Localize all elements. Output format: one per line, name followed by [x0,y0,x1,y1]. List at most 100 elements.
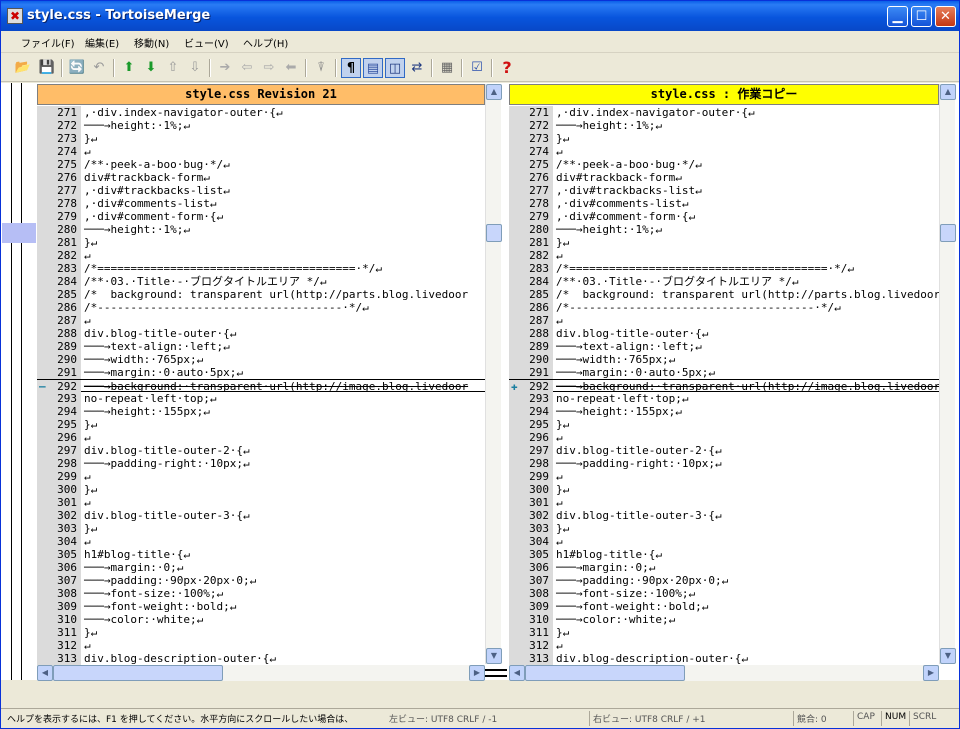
code-line[interactable]: 280 ───→height:·1%;↵ [509,223,939,236]
code-line[interactable]: 301 ↵ [37,496,485,509]
code-line[interactable]: 291 ───→margin:·0·auto·5px;↵ [37,366,485,379]
code-line[interactable]: 289 ───→text-align:·left;↵ [509,340,939,353]
code-line[interactable]: 308 ───→font-size:·100%;↵ [509,587,939,600]
changed-line[interactable]: 292 ───→background:·transparent·url(http:… [37,379,485,393]
code-line[interactable]: 285/* background: transparent url(http:/… [509,288,939,301]
reload-icon[interactable]: 🔄 [67,58,87,78]
left-code-view[interactable]: 271 ,·div.index-navigator-outer·{↵ 272 ───→… [37,106,485,666]
code-line[interactable]: 272 ───→height:·1%;↵ [509,119,939,132]
use-mine-icon[interactable]: ⇦ [237,58,257,78]
code-line[interactable]: 279 ,·div#comment-form·{↵ [509,210,939,223]
code-line[interactable]: 297 div.blog-title-outer-2·{↵ [37,444,485,457]
code-line[interactable]: 304 ↵ [509,535,939,548]
code-line[interactable]: 274 ↵ [37,145,485,158]
scroll-left-icon[interactable]: ◀ [509,665,525,681]
scroll-thumb[interactable] [940,224,956,242]
code-line[interactable]: 303}↵ [37,522,485,535]
code-line[interactable]: 281}↵ [509,236,939,249]
link-scroll-icon[interactable] [485,669,507,677]
code-line[interactable]: 277 ,·div#trackbacks-list↵ [509,184,939,197]
code-line[interactable]: 302 div.blog-title-outer-3·{↵ [509,509,939,522]
code-line[interactable]: 283/*===================================… [509,262,939,275]
code-line[interactable]: 301 ↵ [509,496,939,509]
code-line[interactable]: 311}↵ [509,626,939,639]
two-pane-icon[interactable]: ◫ [385,58,405,78]
code-line[interactable]: 300}↵ [509,483,939,496]
code-line[interactable]: 307 ───→padding:·90px·20px·0;↵ [509,574,939,587]
code-line[interactable]: 303}↵ [509,522,939,535]
left-pane[interactable]: style.css Revision 21 271 ,·div.index-nav… [37,83,503,681]
scroll-right-icon[interactable]: ▶ [923,665,939,681]
code-line[interactable]: 273}↵ [509,132,939,145]
code-line[interactable]: 296 ↵ [37,431,485,444]
code-line[interactable]: 305 h1#blog-title·{↵ [509,548,939,561]
code-line[interactable]: 282 ↵ [37,249,485,262]
code-line[interactable]: 311}↵ [37,626,485,639]
code-line[interactable]: 306 ───→margin:·0;↵ [509,561,939,574]
use-theirs-icon[interactable]: ➔ [215,58,235,78]
code-line[interactable]: 300}↵ [37,483,485,496]
scroll-thumb[interactable] [525,665,685,681]
code-line[interactable]: 297 div.blog-title-outer-2·{↵ [509,444,939,457]
code-line[interactable]: 271 ,·div.index-navigator-outer·{↵ [509,106,939,119]
code-line[interactable]: 312 ↵ [37,639,485,652]
switch-icon[interactable]: ⇄ [407,58,427,78]
code-line[interactable]: 285/* background: transparent url(http:/… [37,288,485,301]
menu-view[interactable]: ビュー(V) [184,35,229,50]
code-line[interactable]: 275/**·peek-a-boo·bug·*/↵ [37,158,485,171]
pane-splitter[interactable] [485,83,509,680]
code-line[interactable]: 296 ↵ [509,431,939,444]
title-bar[interactable]: ✖ style.css - TortoiseMerge ▁ ☐ ✕ [1,1,959,31]
code-line[interactable]: 274 ↵ [509,145,939,158]
code-line[interactable]: 290 ───→width:·765px;↵ [37,353,485,366]
code-line[interactable]: 290 ───→width:·765px;↵ [509,353,939,366]
code-line[interactable]: 305 h1#blog-title·{↵ [37,548,485,561]
code-line[interactable]: 291 ───→margin:·0·auto·5px;↵ [509,366,939,379]
code-line[interactable]: 279 ,·div#comment-form·{↵ [37,210,485,223]
whitespace-icon[interactable]: ¶ [341,58,361,78]
minimize-button[interactable]: ▁ [887,6,908,27]
code-line[interactable]: 295}↵ [509,418,939,431]
menu-file[interactable]: ファイル(F) [21,35,75,50]
code-line[interactable]: 282 ↵ [509,249,939,262]
menu-edit[interactable]: 編集(E) [85,35,119,50]
code-line[interactable]: 275/**·peek-a-boo·bug·*/↵ [509,158,939,171]
code-line[interactable]: 283/*===================================… [37,262,485,275]
code-line[interactable]: 299 ↵ [509,470,939,483]
save-icon[interactable]: 💾 [37,58,57,78]
scroll-left-icon[interactable]: ◀ [37,665,53,681]
code-line[interactable]: 313 div.blog-description-outer·{↵ [509,652,939,665]
mark-resolved-icon[interactable]: ⍒ [311,58,331,78]
scroll-down-icon[interactable]: ▼ [940,648,956,664]
changed-line[interactable]: 292 ───→background:·transparent·url(http:… [509,379,939,393]
code-line[interactable]: 288 div.blog-title-outer·{↵ [37,327,485,340]
code-line[interactable]: 293 no-repeat·left·top;↵ [37,392,485,405]
code-line[interactable]: 276 div#trackback-form↵ [509,171,939,184]
code-line[interactable]: 288 div.blog-title-outer·{↵ [509,327,939,340]
code-line[interactable]: 286/*-----------------------------------… [509,301,939,314]
code-line[interactable]: 287 ↵ [509,314,939,327]
code-line[interactable]: 276 div#trackback-form↵ [37,171,485,184]
code-line[interactable]: 298 ───→padding-right:·10px;↵ [37,457,485,470]
app-icon[interactable]: ✖ [7,8,23,24]
use-mine-then-theirs-icon[interactable]: ⬅ [281,58,301,78]
prev-conflict-icon[interactable]: ⇧ [163,58,183,78]
right-code-view[interactable]: 271 ,·div.index-navigator-outer·{↵ 272 ───→… [509,106,939,666]
code-line[interactable]: 308 ───→font-size:·100%;↵ [37,587,485,600]
open-icon[interactable]: 📂 [13,58,33,78]
code-line[interactable]: 284/**·03.·Title·-·ブログタイトルエリア *∕↵ [509,275,939,288]
maximize-button[interactable]: ☐ [911,6,932,27]
code-line[interactable]: 312 ↵ [509,639,939,652]
settings-icon[interactable]: ☑ [467,58,487,78]
left-horizontal-scrollbar[interactable]: ◀ ▶ [37,665,485,681]
close-button[interactable]: ✕ [935,6,956,27]
code-line[interactable]: 294 ───→height:·155px;↵ [509,405,939,418]
locator-diff-mark[interactable] [2,223,36,243]
code-line[interactable]: 293 no-repeat·left·top;↵ [509,392,939,405]
code-line[interactable]: 289 ───→text-align:·left;↵ [37,340,485,353]
code-line[interactable]: 271 ,·div.index-navigator-outer·{↵ [37,106,485,119]
scroll-right-icon[interactable]: ▶ [469,665,485,681]
code-line[interactable]: 286/*-----------------------------------… [37,301,485,314]
next-diff-icon[interactable]: ⬆ [119,58,139,78]
menu-navigate[interactable]: 移動(N) [134,35,169,50]
